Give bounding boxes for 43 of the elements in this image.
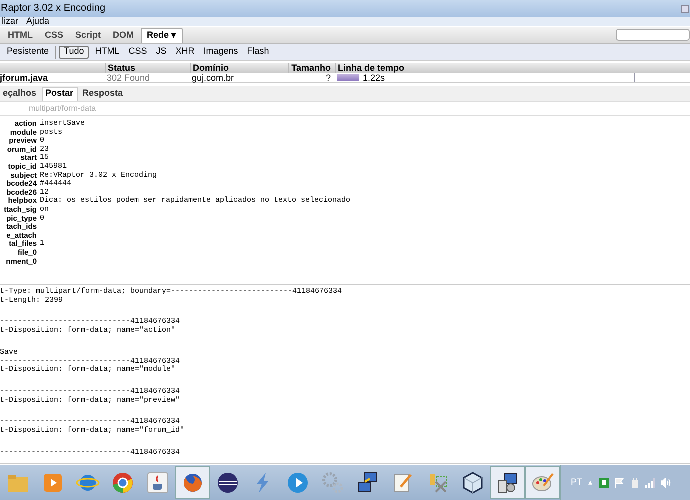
sphere-icon (216, 470, 240, 494)
filter-button[interactable]: XHR (172, 46, 198, 58)
request-row[interactable]: jforum.java 302 Found guj.com.br ? 1.22s (0, 73, 690, 83)
time-cell: 1.22s (363, 72, 386, 82)
detail-tab[interactable]: Resposta (80, 86, 126, 100)
menu-item[interactable]: lizar (2, 17, 19, 26)
cube-icon (460, 470, 484, 494)
palette-icon (530, 470, 554, 494)
domain-cell-text: guj.com.br (191, 73, 236, 82)
window-title: Raptor 3.02 x Encoding (1, 2, 106, 16)
size-cell-text: ? (324, 73, 332, 82)
filter-button[interactable]: Flash (244, 46, 272, 58)
minimize-button[interactable] (681, 4, 689, 12)
detail-tab[interactable]: eçalhos (0, 86, 40, 100)
installer-icon (496, 470, 520, 494)
filter-button[interactable]: HTML (92, 46, 123, 58)
coffee-cup-icon (146, 470, 170, 494)
taskbar-button[interactable] (490, 466, 525, 499)
play-icon (286, 470, 310, 494)
timeline-bar (337, 74, 359, 81)
speaker-icon[interactable] (660, 478, 671, 488)
content-type-label: multipart/form-data (29, 103, 96, 115)
computers-icon (356, 470, 380, 494)
file-cell-text: jforum.java (0, 73, 50, 82)
panel-tab[interactable]: DOM (108, 28, 140, 43)
browser-circle-icon (110, 470, 134, 494)
signal-icon[interactable] (644, 478, 655, 488)
panel-tab[interactable]: HTML (3, 28, 38, 43)
search-field[interactable] (616, 29, 690, 41)
detail-tab[interactable]: Postar (42, 86, 78, 100)
panel-tab[interactable]: CSS (40, 28, 69, 43)
filter-button[interactable]: Tudo (59, 46, 90, 58)
filter-button[interactable]: JS (153, 46, 170, 58)
filter-button[interactable]: Imagens (200, 46, 242, 58)
panel-tab[interactable]: Rede ▾ (141, 28, 183, 43)
filter-button[interactable]: Pesistente (4, 46, 56, 58)
status-cell-text: 302 Found (106, 73, 152, 82)
menu-item[interactable]: Ajuda (26, 17, 50, 26)
panel-tab[interactable]: Script (70, 28, 106, 43)
filter-button[interactable]: CSS (126, 46, 150, 58)
gears-icon (320, 470, 344, 494)
flag-icon[interactable] (614, 478, 625, 488)
app-square-icon[interactable] (598, 478, 609, 488)
